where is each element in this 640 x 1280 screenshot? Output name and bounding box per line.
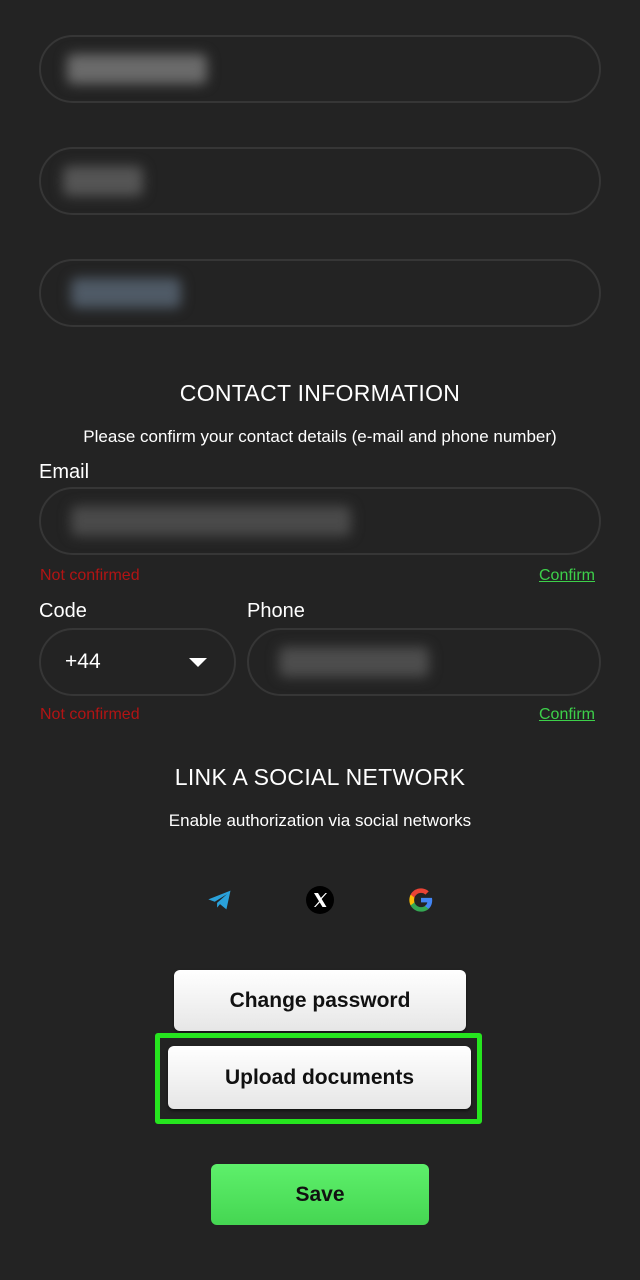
email-label: Email [39, 461, 90, 483]
chevron-down-icon [189, 658, 207, 667]
blurred-value [71, 506, 351, 536]
x-icon[interactable] [302, 882, 338, 918]
country-code-value: +44 [65, 650, 101, 673]
change-password-button[interactable]: Change password [174, 970, 466, 1031]
blurred-value [63, 166, 143, 196]
contact-section-title: CONTACT INFORMATION [179, 380, 461, 406]
contact-section-subtitle: Please confirm your contact details (e-m… [83, 427, 557, 446]
profile-field-2[interactable] [39, 147, 601, 215]
phone-field[interactable] [247, 628, 601, 696]
profile-field-1[interactable] [39, 35, 601, 103]
social-section-subtitle: Enable authorization via social networks [168, 811, 472, 830]
google-icon[interactable] [403, 882, 439, 918]
country-code-select[interactable]: +44 [39, 628, 236, 696]
email-status: Not confirmed [40, 567, 140, 584]
blurred-value [71, 278, 181, 308]
phone-confirm-link[interactable]: Confirm [539, 706, 595, 724]
social-section-title: LINK A SOCIAL NETWORK [174, 764, 466, 790]
telegram-icon[interactable] [202, 882, 238, 918]
upload-documents-button[interactable]: Upload documents [168, 1046, 471, 1109]
code-label: Code [39, 600, 87, 622]
email-confirm-link[interactable]: Confirm [539, 567, 595, 585]
blurred-value [279, 647, 429, 677]
blurred-value [67, 54, 207, 84]
email-field[interactable] [39, 487, 601, 555]
profile-field-3[interactable] [39, 259, 601, 327]
phone-label: Phone [247, 600, 305, 622]
phone-status: Not confirmed [40, 706, 140, 723]
save-button[interactable]: Save [211, 1164, 429, 1225]
